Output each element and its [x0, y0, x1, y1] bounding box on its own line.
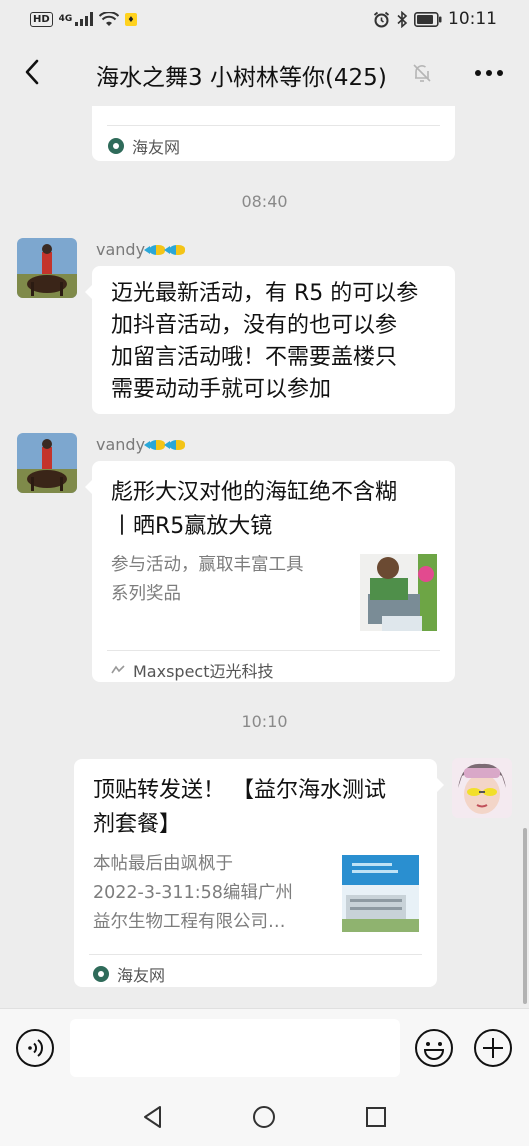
- link-description: 参与活动，赢取丰富工具 系列奖品: [111, 551, 351, 609]
- message-line: 加抖音活动，没有的也可以参: [111, 313, 398, 338]
- wifi-icon: [99, 11, 120, 26]
- chat-title: 海水之舞3 小树林等你(425): [96, 65, 387, 91]
- link-desc-line: 益尔生物工程有限公司…: [93, 912, 286, 932]
- card-source-label: Maxspect迈光科技: [133, 662, 274, 681]
- bluetooth-icon: [397, 10, 408, 28]
- link-thumbnail: [342, 855, 419, 932]
- link-title: 彪形大汉对他的海缸绝不含糊 丨晒R5赢放大镜: [111, 476, 451, 544]
- mute-bell-icon: [413, 64, 431, 82]
- status-bar: HD 4G ♦ 10:11: [0, 0, 529, 38]
- input-bar: [0, 1008, 529, 1088]
- hd-badge: HD: [30, 11, 53, 27]
- nav-back-icon[interactable]: [140, 1104, 166, 1130]
- message-line: 加留言活动哦！不需要盖楼只: [111, 345, 398, 370]
- status-time: 10:11: [448, 9, 497, 29]
- emoji-icon[interactable]: [414, 1028, 454, 1068]
- message-list[interactable]: 海友网 08:40 vandy 迈光最新活动，有 R5 的可以参 加抖音活动，没…: [0, 106, 529, 1008]
- nav-recent-icon[interactable]: [363, 1104, 389, 1130]
- battery-icon: [414, 11, 442, 27]
- avatar-image: [17, 238, 77, 298]
- link-description: 本帖最后由飒枫于 2022-3-311:58编辑广州 益尔生物工程有限公司…: [93, 850, 339, 937]
- sender-name-text: vandy: [96, 240, 146, 259]
- haiyou-logo-icon: [108, 138, 124, 154]
- avatar-image: [17, 433, 77, 493]
- link-desc-line: 参与活动，赢取丰富工具: [111, 555, 304, 575]
- link-desc-line: 系列奖品: [111, 584, 181, 604]
- scrollbar[interactable]: [523, 828, 527, 1004]
- more-button[interactable]: [471, 58, 507, 88]
- haiyou-logo-icon: [93, 966, 109, 982]
- card-source: 海友网: [93, 962, 165, 986]
- alarm-icon: [373, 11, 390, 27]
- link-thumbnail: [360, 554, 437, 631]
- notification-icon: ♦: [125, 12, 137, 26]
- link-title-line: 丨晒R5赢放大镜: [111, 514, 273, 539]
- system-nav-bar: [0, 1088, 529, 1146]
- voice-icon[interactable]: [15, 1028, 55, 1068]
- sender-name: vandy: [96, 240, 186, 259]
- card-source: Maxspect迈光科技: [111, 658, 274, 682]
- fish-emoji-icon: [164, 439, 186, 450]
- chat-header: 海水之舞3 小树林等你(425): [0, 38, 529, 106]
- fish-emoji-icon: [164, 244, 186, 255]
- timestamp: 08:40: [241, 192, 288, 211]
- link-title: 顶贴转发送！ 【益尔海水测试 剂套餐】: [93, 774, 433, 842]
- card-source-label: 海友网: [117, 966, 166, 985]
- more-dots-icon: [475, 70, 503, 76]
- link-title-line: 剂套餐】: [93, 812, 182, 837]
- avatar[interactable]: [17, 433, 77, 493]
- message-line: 需要动动手就可以参加: [111, 377, 332, 402]
- link-desc-line: 2022-3-311:58编辑广州: [93, 883, 293, 903]
- message-line: 迈光最新活动，有 R5 的可以参: [111, 281, 419, 306]
- link-card[interactable]: 彪形大汉对他的海缸绝不含糊 丨晒R5赢放大镜 参与活动，赢取丰富工具 系列奖品 …: [85, 461, 455, 682]
- nav-home-icon[interactable]: [251, 1104, 277, 1130]
- message-input[interactable]: [70, 1019, 400, 1077]
- network-type: 4G: [58, 14, 73, 24]
- timestamp: 10:10: [241, 712, 288, 731]
- fish-emoji-icon: [144, 439, 166, 450]
- link-title-line: 顶贴转发送！ 【益尔海水测试: [93, 778, 386, 803]
- back-button[interactable]: [14, 54, 50, 90]
- text-bubble[interactable]: 迈光最新活动，有 R5 的可以参 加抖音活动，没有的也可以参 加留言活动哦！不需…: [85, 266, 455, 414]
- chevron-left-icon: [25, 59, 39, 85]
- sender-name-text: vandy: [96, 435, 146, 454]
- plus-icon[interactable]: [473, 1028, 513, 1068]
- my-avatar[interactable]: [452, 758, 512, 818]
- link-card-partial[interactable]: 海友网: [92, 106, 455, 161]
- card-divider: [107, 125, 440, 126]
- message-text: 迈光最新活动，有 R5 的可以参 加抖音活动，没有的也可以参 加留言活动哦！不需…: [111, 278, 451, 406]
- bubble-tail: [85, 284, 93, 300]
- bubble-tail: [85, 479, 93, 495]
- fish-emoji-icon: [144, 244, 166, 255]
- link-card[interactable]: 顶贴转发送！ 【益尔海水测试 剂套餐】 本帖最后由飒枫于 2022-3-311:…: [74, 759, 444, 987]
- maxspect-logo-icon: [111, 665, 125, 674]
- card-source: 海友网: [108, 134, 180, 158]
- card-divider: [107, 650, 440, 651]
- sender-name: vandy: [96, 435, 186, 454]
- bubble-tail: [436, 777, 444, 793]
- avatar[interactable]: [17, 238, 77, 298]
- link-title-line: 彪形大汉对他的海缸绝不含糊: [111, 480, 398, 505]
- card-source-label: 海友网: [132, 138, 181, 157]
- link-desc-line: 本帖最后由飒枫于: [93, 854, 233, 874]
- avatar-image: [452, 758, 512, 818]
- card-divider: [89, 954, 422, 955]
- signal-icon: [75, 12, 94, 26]
